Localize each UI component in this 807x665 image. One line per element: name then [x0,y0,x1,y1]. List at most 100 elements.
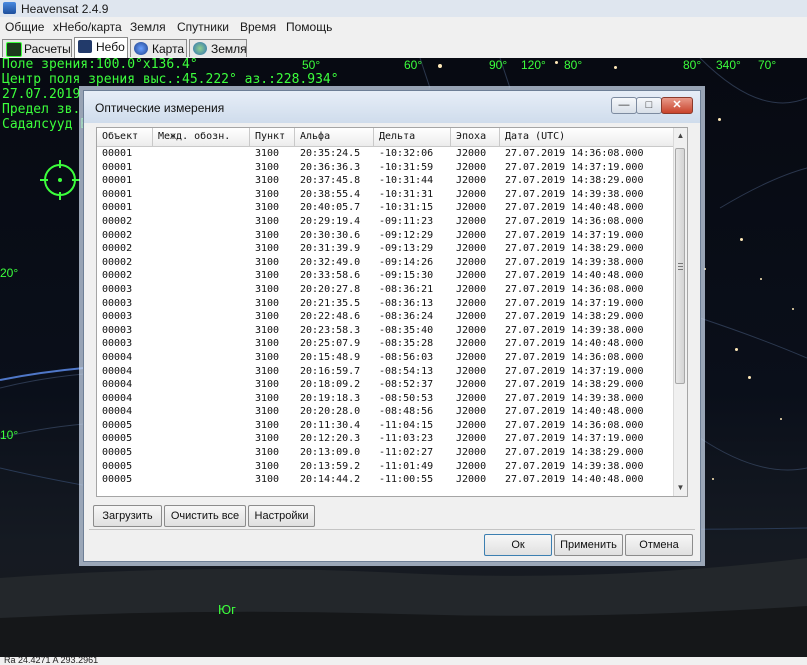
scroll-down-icon[interactable]: ▼ [674,480,687,496]
table-row[interactable]: 00004 3100 20:16:59.7 -08:54:13 J2000 27.07.2… [97,365,675,379]
menu-sky-map[interactable]: хНебо/карта [53,20,122,34]
table-row[interactable]: 00005 3100 20:13:09.0 -11:02:27 J2000 27.07.2… [97,446,675,460]
col-date-utc[interactable]: Дата (UTC) [500,128,675,146]
menu-earth[interactable]: Земля [130,20,166,34]
table-row[interactable]: 00004 3100 20:15:48.9 -08:56:03 J2000 27.07.2… [97,351,675,365]
cell-alpha: 20:20:27.8 [300,283,361,295]
table-row[interactable]: 00005 3100 20:11:30.4 -11:04:15 J2000 27.07.2… [97,419,675,433]
vertical-scrollbar[interactable]: ▲ ▼ [673,128,687,496]
settings-button[interactable]: Настройки [248,505,315,527]
close-button[interactable]: ✕ [661,97,693,114]
col-object[interactable]: Объект [97,128,153,146]
cell-object: 00002 [102,256,133,268]
menu-help[interactable]: Помощь [286,20,332,34]
cell-epoch: J2000 [456,215,487,227]
cell-alpha: 20:23:58.3 [300,324,361,336]
table-row[interactable]: 00002 3100 20:33:58.6 -09:15:30 J2000 27.07.2… [97,269,675,283]
cell-object: 00004 [102,406,133,418]
apply-button[interactable]: Применить [554,534,623,556]
cell-delta: -09:13:29 [379,243,434,255]
cell-alpha: 20:32:49.0 [300,256,361,268]
scroll-thumb[interactable] [675,148,685,384]
table-row[interactable]: 00002 3100 20:30:30.6 -09:12:29 J2000 27.07.2… [97,229,675,243]
crosshair-icon [40,160,80,200]
menu-general[interactable]: Общие [5,20,44,34]
sky-icon [78,40,92,53]
menu-time[interactable]: Время [240,20,276,34]
cell-date-utc: 27.07.2019 14:39:38.000 [505,188,644,200]
maximize-button[interactable]: □ [636,97,662,114]
cell-station: 3100 [255,365,280,377]
table-row[interactable]: 00002 3100 20:29:19.4 -09:11:23 J2000 27.07.2… [97,215,675,229]
cell-station: 3100 [255,175,280,187]
ok-button[interactable]: Ок [484,534,552,556]
table-row[interactable]: 00003 3100 20:25:07.9 -08:35:28 J2000 27.07.2… [97,337,675,351]
table-row[interactable]: 00003 3100 20:20:27.8 -08:36:21 J2000 27.07.2… [97,283,675,297]
table-row[interactable]: 00005 3100 20:12:20.3 -11:03:23 J2000 27.07.2… [97,432,675,446]
table-row[interactable]: 00003 3100 20:22:48.6 -08:36:24 J2000 27.07.2… [97,310,675,324]
cell-station: 3100 [255,351,280,363]
cell-station: 3100 [255,188,280,200]
grid-label: 80° [683,58,702,72]
tab-earth[interactable]: Земля [189,39,247,57]
cell-delta: -10:32:06 [379,148,434,159]
cell-delta: -10:31:44 [379,175,434,187]
cell-alpha: 20:38:55.4 [300,188,361,200]
col-station[interactable]: Пункт [250,128,295,146]
clear-all-button[interactable]: Очистить все [164,505,246,527]
cell-object: 00003 [102,338,133,350]
grid-label: 70° [758,58,777,72]
cell-epoch: J2000 [456,202,487,214]
cell-object: 00005 [102,419,133,431]
table-row[interactable]: 00002 3100 20:32:49.0 -09:14:26 J2000 27.07.2… [97,256,675,270]
cell-delta: -08:36:13 [379,297,434,309]
col-delta[interactable]: Дельта [374,128,451,146]
table-row[interactable]: 00001 3100 20:35:24.5 -10:32:06 J2000 27.07.2… [97,147,675,161]
table-row[interactable]: 00001 3100 20:40:05.7 -10:31:15 J2000 27.07.2… [97,201,675,215]
col-alpha[interactable]: Альфа [295,128,374,146]
cell-station: 3100 [255,148,280,159]
scroll-up-icon[interactable]: ▲ [674,128,687,144]
cell-delta: -08:50:53 [379,392,434,404]
cell-object: 00005 [102,447,133,459]
table-row[interactable]: 00003 3100 20:23:58.3 -08:35:40 J2000 27.07.2… [97,324,675,338]
col-intl-designator[interactable]: Межд. обозн. [153,128,250,146]
table-row[interactable]: 00002 3100 20:31:39.9 -09:13:29 J2000 27.07.2… [97,242,675,256]
calc-icon [6,42,22,57]
table-row[interactable]: 00005 3100 20:13:59.2 -11:01:49 J2000 27.07.2… [97,460,675,474]
table-row[interactable]: 00001 3100 20:38:55.4 -10:31:31 J2000 27.07.2… [97,188,675,202]
col-epoch[interactable]: Эпоха [451,128,500,146]
table-row[interactable]: 00004 3100 20:20:28.0 -08:48:56 J2000 27.07.2… [97,405,675,419]
cell-date-utc: 27.07.2019 14:38:29.000 [505,175,644,187]
table-row[interactable]: 00003 3100 20:21:35.5 -08:36:13 J2000 27.07.2… [97,297,675,311]
cell-alpha: 20:25:07.9 [300,338,361,350]
menu-satellites[interactable]: Спутники [177,20,229,34]
cell-epoch: J2000 [456,433,487,445]
tab-sky[interactable]: Небо [74,37,128,58]
grid-label: 340° [716,58,741,72]
table-row[interactable]: 00004 3100 20:19:18.3 -08:50:53 J2000 27.07.2… [97,392,675,406]
tab-map[interactable]: Карта [130,39,187,57]
minimize-button[interactable]: — [611,97,637,114]
table-row[interactable]: 00001 3100 20:37:45.8 -10:31:44 J2000 27.07.2… [97,174,675,188]
cell-object: 00001 [102,161,133,173]
cancel-button[interactable]: Отмена [625,534,693,556]
cell-station: 3100 [255,392,280,404]
cell-date-utc: 27.07.2019 14:38:29.000 [505,243,644,255]
cell-station: 3100 [255,419,280,431]
table-body: 00001 3100 20:35:24.5 -10:32:06 J2000 27.07.2… [97,147,675,487]
dialog-title-bar[interactable]: Оптические измерения — □ ✕ [84,91,700,123]
cell-epoch: J2000 [456,229,487,241]
cell-epoch: J2000 [456,338,487,350]
cell-alpha: 20:16:59.7 [300,365,361,377]
star [760,278,762,280]
table-row[interactable]: 00004 3100 20:18:09.2 -08:52:37 J2000 27.07.2… [97,378,675,392]
load-button[interactable]: Загрузить [93,505,162,527]
star [712,478,714,480]
table-row[interactable]: 00001 3100 20:36:36.3 -10:31:59 J2000 27.07.2… [97,161,675,175]
table-row[interactable]: 00005 3100 20:14:44.2 -11:00:55 J2000 27.07.2… [97,473,675,487]
tab-calculations[interactable]: Расчеты [2,39,72,57]
cell-date-utc: 27.07.2019 14:36:08.000 [505,148,644,159]
tab-bar: Расчеты Небо Карта Земля [0,37,807,59]
cell-alpha: 20:13:59.2 [300,460,361,472]
